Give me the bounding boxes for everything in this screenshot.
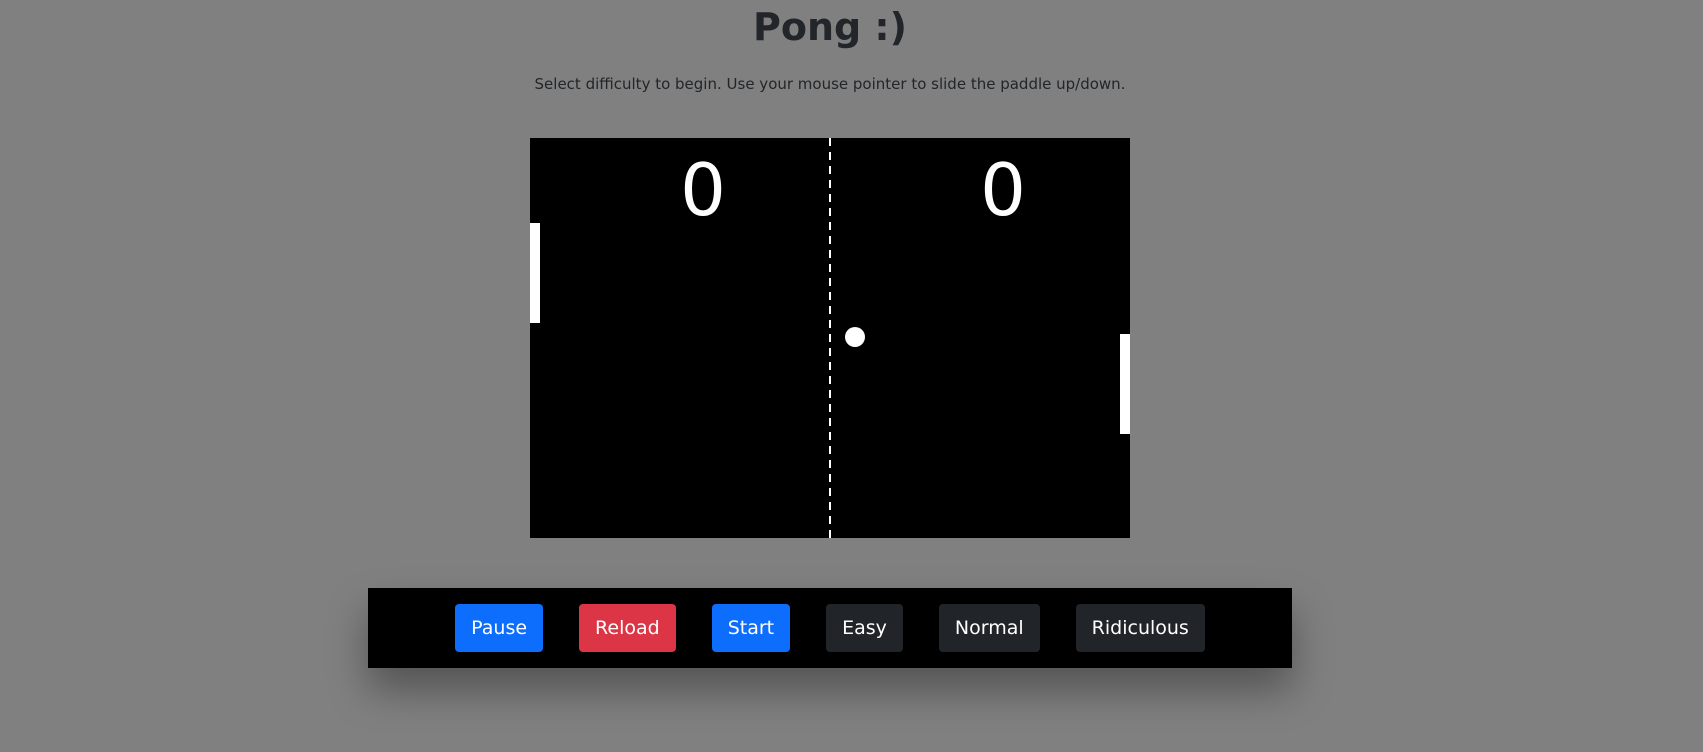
ball bbox=[845, 327, 865, 347]
player-paddle[interactable] bbox=[530, 223, 540, 323]
ridiculous-difficulty-button[interactable]: Ridiculous bbox=[1075, 604, 1205, 652]
score-right: 0 bbox=[980, 148, 1026, 232]
normal-difficulty-button[interactable]: Normal bbox=[938, 604, 1040, 652]
center-line bbox=[829, 138, 831, 538]
page-title: Pong :) bbox=[752, 5, 907, 49]
reload-button[interactable]: Reload bbox=[579, 604, 676, 652]
score-left: 0 bbox=[680, 148, 726, 232]
instructions-text: Select difficulty to begin. Use your mou… bbox=[534, 75, 1126, 93]
computer-paddle bbox=[1120, 334, 1130, 434]
pause-button[interactable]: Pause bbox=[455, 604, 544, 652]
game-court[interactable]: 0 0 bbox=[530, 138, 1130, 538]
start-button[interactable]: Start bbox=[711, 604, 791, 652]
control-bar: Pause Reload Start Easy Normal Ridiculou… bbox=[368, 588, 1292, 668]
easy-difficulty-button[interactable]: Easy bbox=[826, 604, 903, 652]
